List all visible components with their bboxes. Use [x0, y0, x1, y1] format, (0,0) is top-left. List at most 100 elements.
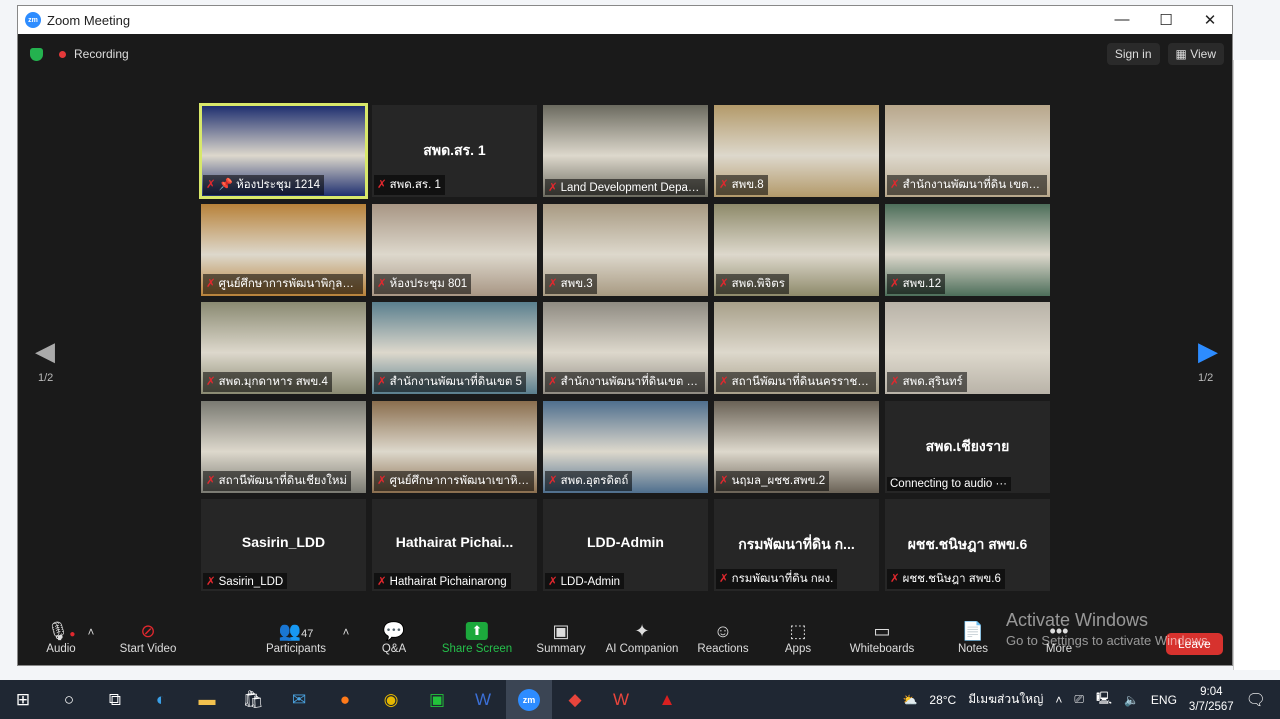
zoom-taskbar-icon[interactable]: zm: [506, 680, 552, 719]
weather-temp[interactable]: 28°C: [929, 693, 956, 707]
participant-name-label: ✗ สำนักงานพัฒนาที่ดิน เขตหก: [887, 175, 1047, 195]
maximize-button[interactable]: ☐: [1144, 11, 1188, 29]
participant-tile[interactable]: ✗ สถานีพัฒนาที่ดินนครราชสีมา: [714, 302, 879, 394]
participant-name: สำนักงานพัฒนาที่ดิน เขตหก: [902, 179, 1044, 191]
participant-name: ผชช.ชนิษฎา สพข.6: [902, 573, 1001, 585]
anydesk-icon[interactable]: ◆: [552, 680, 598, 719]
reactions-button[interactable]: ☺ Reactions: [697, 619, 748, 655]
participant-name: ห้องประชุม 801: [389, 278, 468, 290]
edge-icon[interactable]: ◐: [138, 680, 184, 719]
start-video-button[interactable]: ⊘ Start Video: [120, 619, 177, 655]
close-button[interactable]: ✕: [1188, 11, 1232, 29]
security-shield-icon[interactable]: [30, 47, 43, 61]
participant-tile[interactable]: ผชช.ชนิษฎา สพข.6 ✗ ผชช.ชนิษฎา สพข.6: [885, 499, 1050, 591]
share-screen-button[interactable]: ⬆ Share Screen: [442, 619, 512, 655]
network-icon[interactable]: 🖳: [1096, 689, 1112, 710]
participant-name: Sasirin_LDD: [218, 576, 284, 588]
notifications-icon[interactable]: 🗨: [1246, 690, 1266, 710]
participant-tile[interactable]: ✗ สพด.อุตรดิตถ์: [543, 401, 708, 493]
start-windows-icon[interactable]: ⊞: [0, 680, 46, 719]
participant-tile[interactable]: ✗ สพด.สุรินทร์: [885, 302, 1050, 394]
participant-display-name: สพด.เชียงราย: [925, 438, 1010, 454]
participant-tile[interactable]: ✗ สพข.12: [885, 204, 1050, 296]
firefox-icon[interactable]: ●: [322, 680, 368, 719]
qa-button[interactable]: 💬 Q&A: [382, 619, 406, 655]
participant-name: สำนักงานพัฒนาที่ดินเขต 4 ...: [560, 376, 705, 388]
task-view-icon[interactable]: ⧉: [92, 680, 138, 719]
mic-muted-icon: ✗: [548, 475, 558, 487]
mic-muted-icon: ✗: [548, 182, 558, 194]
mic-muted-icon: ✗: [890, 376, 900, 388]
participant-name-label: ✗ สพด.อุตรดิตถ์: [545, 471, 633, 491]
mic-muted-icon: ✗: [548, 576, 558, 588]
tray-chevron-icon[interactable]: ˄: [1055, 693, 1062, 707]
chrome-icon[interactable]: ◉: [368, 680, 414, 719]
mail-icon[interactable]: ✉: [276, 680, 322, 719]
participant-tile[interactable]: LDD-Admin ✗ LDD-Admin: [543, 499, 708, 591]
participant-tile[interactable]: กรมพัฒนาที่ดิน ก... ✗ กรมพัฒนาที่ดิน กผง.: [714, 499, 879, 591]
participant-name: สพข.12: [902, 278, 942, 290]
participant-name-label: ✗ ผชช.ชนิษฎา สพข.6: [887, 569, 1005, 589]
participant-tile[interactable]: ✗ ศูนย์ศึกษาการพัฒนาพิกุลทอ...: [201, 204, 366, 296]
participants-chevron-icon[interactable]: ˄: [343, 627, 350, 639]
audio-button[interactable]: 🎙● Audio: [46, 619, 75, 655]
prev-page-arrow-icon[interactable]: ◀: [35, 336, 55, 367]
participant-tile[interactable]: Hathairat Pichai... ✗ Hathairat Pichainaro…: [372, 499, 537, 591]
participant-tile[interactable]: ✗ สำนักงานพัฒนาที่ดิน เขตหก: [885, 105, 1050, 197]
participant-tile[interactable]: สพด.สร. 1 ✗ สพด.สร. 1: [372, 105, 537, 197]
participant-tile[interactable]: ✗ ศูนย์ศึกษาการพัฒนาเขาหิน...: [372, 401, 537, 493]
participants-button[interactable]: 👥47 Participants: [266, 619, 326, 655]
participant-tile[interactable]: ✗ Land Development Depart...: [543, 105, 708, 197]
line-icon[interactable]: ▣: [414, 680, 460, 719]
camera-icon[interactable]: ⎚: [1074, 692, 1084, 707]
sign-in-button[interactable]: Sign in: [1106, 43, 1160, 65]
participant-tile[interactable]: Sasirin_LDD ✗ Sasirin_LDD: [201, 499, 366, 591]
wps-icon[interactable]: W: [598, 680, 644, 719]
participant-tile[interactable]: ✗ สพข.3: [543, 204, 708, 296]
participant-name: ศูนย์ศึกษาการพัฒนาพิกุลทอ...: [218, 278, 363, 290]
clock[interactable]: 9:04 3/7/2567: [1189, 685, 1234, 715]
participant-tile[interactable]: ✗ ห้องประชุม 801: [372, 204, 537, 296]
participant-name-label: ✗ สพข.8: [716, 175, 768, 195]
participant-tile[interactable]: ✗ สถานีพัฒนาที่ดินเชียงใหม่: [201, 401, 366, 493]
participant-name: สถานีพัฒนาที่ดินนครราชสีมา: [731, 376, 876, 388]
recording-status[interactable]: Recording: [74, 47, 129, 61]
notes-button[interactable]: 📄 Notes: [958, 619, 988, 655]
pin-icon: 📌: [218, 179, 237, 191]
participant-tile[interactable]: ✗ สพข.8: [714, 105, 879, 197]
minimize-button[interactable]: —: [1100, 11, 1144, 29]
mic-muted-icon: ✗: [377, 376, 387, 388]
acrobat-icon[interactable]: ▲: [644, 680, 690, 719]
store-icon[interactable]: 🛍: [230, 680, 276, 719]
mic-muted-icon: ✗: [719, 179, 729, 191]
watermark-title: Activate Windows: [1006, 610, 1149, 630]
summary-button[interactable]: ▣ Summary: [536, 619, 585, 655]
ai-companion-button[interactable]: ✦ AI Companion: [606, 619, 679, 655]
qa-icon: 💬: [382, 621, 406, 641]
participant-tile[interactable]: ✗ สำนักงานพัฒนาที่ดินเขต 4 ...: [543, 302, 708, 394]
participant-tile[interactable]: ✗ 📌 ห้องประชุม 1214: [199, 103, 368, 199]
zoom-logo-icon: zm: [25, 12, 41, 28]
volume-icon[interactable]: 🔈: [1124, 693, 1139, 707]
grid-icon: ▦: [1175, 47, 1191, 61]
view-button[interactable]: ▦ View: [1167, 43, 1224, 65]
weather-icon[interactable]: ⛅: [902, 693, 917, 707]
word-icon[interactable]: W: [460, 680, 506, 719]
participant-tile[interactable]: สพด.เชียงราย Connecting to audio ···: [885, 401, 1050, 493]
apps-button[interactable]: ⬚ Apps: [785, 619, 811, 655]
next-page-arrow-icon[interactable]: ▶: [1198, 336, 1218, 367]
window-title: Zoom Meeting: [47, 12, 131, 28]
participant-tile[interactable]: ✗ สพด.พิจิตร: [714, 204, 879, 296]
search-circle-icon[interactable]: ○: [46, 680, 92, 719]
language-indicator[interactable]: ENG: [1151, 693, 1177, 707]
participant-tile[interactable]: ✗ นฤมล_ผชช.สพข.2: [714, 401, 879, 493]
video-label: Start Video: [119, 643, 177, 655]
file-explorer-icon[interactable]: ▬: [184, 680, 230, 719]
participant-tile[interactable]: ✗ สพด.มุกดาหาร สพข.4: [201, 302, 366, 394]
whiteboards-button[interactable]: ▭ Whiteboards: [850, 619, 915, 655]
participant-tile[interactable]: ✗ สำนักงานพัฒนาที่ดินเขต 5: [372, 302, 537, 394]
weather-text[interactable]: มีเมฆส่วนใหญ่: [968, 690, 1043, 709]
participant-name-label: ✗ LDD-Admin: [545, 573, 625, 589]
audio-options-chevron-icon[interactable]: ˄: [88, 627, 95, 639]
summary-icon: ▣: [552, 621, 570, 641]
